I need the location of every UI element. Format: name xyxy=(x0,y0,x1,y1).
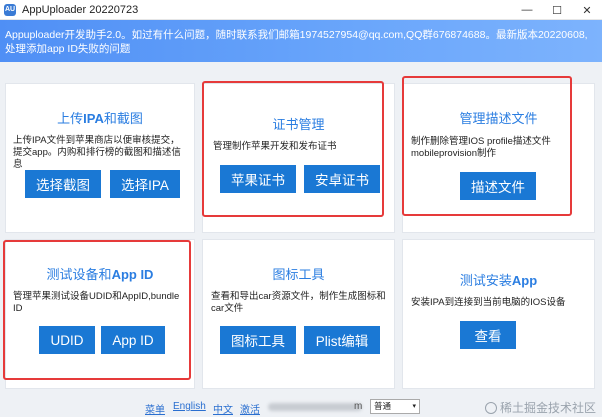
card-description: 上传IPA文件到苹果商店以便审核提交，提交app。内购和排行榜的截图和描述信息 xyxy=(13,135,181,170)
card-title: 上传IPA和截图 xyxy=(57,111,143,126)
card-test-devices: 测试设备和App ID 管理苹果测试设备UDID和AppID,bundle ID… xyxy=(5,239,195,389)
card-test-install: 测试安装App 安装IPA到连接到当前电脑的IOS设备 查看 xyxy=(402,239,595,389)
card-title: 测试设备和App ID xyxy=(46,267,154,282)
info-banner: Appuploader开发助手2.0。如过有什么问题，随时联系我们邮箱19745… xyxy=(0,20,602,62)
minimize-button[interactable]: — xyxy=(512,0,542,20)
chinese-link[interactable]: 中文 xyxy=(213,401,233,416)
card-title: 证书管理 xyxy=(272,117,325,132)
footer-bar: 菜单 English 中文 激活 m 普通 ▾ 稀土掘金技术社区 xyxy=(0,397,602,417)
card-description: 管理苹果测试设备UDID和AppID,bundle ID xyxy=(13,291,180,314)
apple-cert-button[interactable]: 苹果证书 xyxy=(220,165,296,193)
card-title: 图标工具 xyxy=(272,267,325,282)
watermark-text: 稀土掘金技术社区 xyxy=(499,401,596,415)
chevron-down-icon: ▾ xyxy=(412,403,416,410)
plist-edit-button[interactable]: Plist编辑 xyxy=(304,326,380,354)
android-cert-button[interactable]: 安卓证书 xyxy=(304,165,380,193)
redacted-email xyxy=(268,403,362,411)
language-select[interactable]: 普通 ▾ xyxy=(370,399,420,414)
menu-link[interactable]: 菜单 xyxy=(145,401,165,416)
select-screenshot-button[interactable]: 选择截图 xyxy=(25,170,101,198)
email-suffix: m xyxy=(354,401,363,412)
window-controls: — ☐ ✕ xyxy=(512,0,602,20)
card-description: 安装IPA到连接到当前电脑的IOS设备 xyxy=(411,297,566,308)
view-button[interactable]: 查看 xyxy=(460,321,516,349)
app-id-button[interactable]: App ID xyxy=(101,326,165,354)
maximize-button[interactable]: ☐ xyxy=(542,0,572,20)
activate-link[interactable]: 激活 xyxy=(240,401,260,416)
icon-tool-button[interactable]: 图标工具 xyxy=(220,326,296,354)
card-description: 管理制作苹果开发和发布证书 xyxy=(213,141,337,152)
english-link[interactable]: English xyxy=(173,401,206,412)
banner-text: Appuploader开发助手2.0。如过有什么问题，随时联系我们邮箱19745… xyxy=(5,29,588,55)
card-upload-ipa: 上传IPA和截图 上传IPA文件到苹果商店以便审核提交，提交app。内购和排行榜… xyxy=(5,83,195,233)
udid-button[interactable]: UDID xyxy=(39,326,95,354)
watermark: 稀土掘金技术社区 xyxy=(484,399,596,416)
card-title: 管理描述文件 xyxy=(459,111,538,126)
card-description: 制作删除管理IOS profile描述文件mobileprovision制作 xyxy=(411,136,551,159)
card-cert-management: 证书管理 管理制作苹果开发和发布证书 苹果证书 安卓证书 xyxy=(202,83,395,233)
card-description: 查看和导出car资源文件，制作生成图标和car文件 xyxy=(211,291,386,314)
window-title: AppUploader 20220723 xyxy=(22,3,139,16)
card-profile-management: 管理描述文件 制作删除管理IOS profile描述文件mobileprovis… xyxy=(402,83,595,233)
card-title: 测试安装App xyxy=(459,273,538,288)
select-ipa-button[interactable]: 选择IPA xyxy=(110,170,180,198)
juejin-logo-icon xyxy=(484,401,497,414)
profile-file-button[interactable]: 描述文件 xyxy=(460,172,536,200)
card-icon-tools: 图标工具 查看和导出car资源文件，制作生成图标和car文件 图标工具 Plis… xyxy=(202,239,395,389)
title-bar: AU AppUploader 20220723 — ☐ ✕ xyxy=(0,0,602,20)
language-select-value: 普通 xyxy=(374,401,392,411)
close-button[interactable]: ✕ xyxy=(572,0,602,20)
app-icon: AU xyxy=(4,3,16,16)
